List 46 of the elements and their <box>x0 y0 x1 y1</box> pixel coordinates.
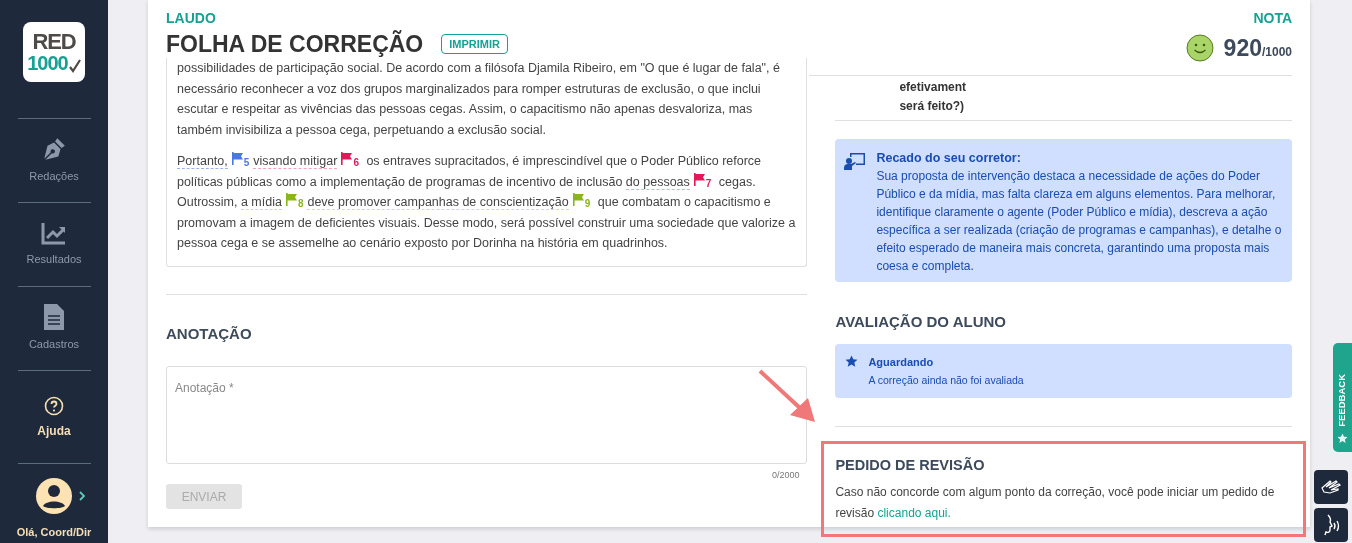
essay-paragraph: Portanto, 5 visando mitigar 6 os entraves supracitados, é imprescindível que o Poder Público reforce políticas públicas como a implementação de programas de incentivo de inclusão do pessoas 7 cegas. Outrossim, a mídia 8 deve promover campanhas de conscientização 9 que combatam o capacitismo e promovam a imagem de deficientes visuais. Desse modo, será possível construir uma sociedade que valorize a pessoa cega e se assemelhe ao cenário exposto por Dorinha na história em quadrinhos. <box>177 151 797 252</box>
logo-text: 1000 <box>27 53 68 73</box>
check-icon <box>68 59 81 73</box>
section-label: LAUDO <box>166 10 217 27</box>
teacher-icon <box>844 152 867 170</box>
document-icon <box>44 304 64 331</box>
line-chart-icon <box>41 221 67 246</box>
avatar-icon[interactable] <box>36 478 72 514</box>
essay-paragraph: possibilidades de participação social. De acordo com a filósofa Djamila Ribeiro, em "O que é lugar de fala", é necessário reconhecer a voz dos grupos marginalizados para romper estruturas de exclusão, o que inclui escutar e respeitar as vivências das pessoas cegas. Assim, o capacitismo não apenas desvaloriza, mas também invisibiliza a pessoa cega, perpetuando a exclusão social. <box>177 60 781 139</box>
section-heading: ANOTAÇÃO <box>166 324 253 344</box>
arrow-annotation <box>757 368 817 424</box>
pen-icon <box>41 136 67 163</box>
page-title: FOLHA DE CORREÇÃO <box>166 31 424 57</box>
grade-label: NOTA <box>1253 10 1292 27</box>
note-title: Recado do seu corretor: <box>876 150 1022 167</box>
sign-language-button[interactable] <box>1314 470 1348 504</box>
character-counter: 0/2000 <box>771 468 800 482</box>
chevron-right-icon[interactable] <box>78 491 86 501</box>
score: 920/1000 <box>1223 34 1292 63</box>
logo-text: RED <box>32 31 76 53</box>
section-heading: PEDIDO DE REVISÃO <box>835 455 986 475</box>
nav-item[interactable]: Redações <box>9 119 99 202</box>
help-icon <box>44 395 64 416</box>
status-message: A correção ainda não foi avaliada <box>868 372 1024 388</box>
nav-item[interactable]: Cadastros <box>9 287 99 370</box>
feedback-tab[interactable]: FEEDBACK <box>1333 343 1352 452</box>
print-button[interactable]: IMPRIMIR <box>441 34 508 54</box>
revision-text: Caso não concorde com algum ponto da correção, você pode iniciar um pedido de revisão clicando aqui. <box>835 484 1276 523</box>
star-icon <box>1337 433 1348 444</box>
smiley-icon <box>1185 34 1214 63</box>
note-text: Sua proposta de intervenção destaca a necessidade de ações do Poder Público e da mídia, mas falta clareza em alguns elementos. Para melhorar, identifique claramente o agente (Poder Público e mídia), descreva a ação específica a ser realizada (criação de programas e campanhas), e detalhe o efeito esperado de maneira mais concreta, garantindo uma proposta mais coesa e completa. <box>876 168 1283 275</box>
nav-item[interactable]: Resultados <box>9 203 99 286</box>
user-greeting: Olá, Coord/Dir <box>16 525 92 540</box>
nav-label: Cadastros <box>28 337 80 353</box>
criteria-text: será feito?) <box>899 98 966 115</box>
star-icon <box>845 354 859 368</box>
nav-label: Ajuda <box>37 422 71 440</box>
status-title: Aguardando <box>868 354 935 370</box>
revision-link[interactable]: clicando aqui. <box>877 506 951 521</box>
nav-label: Resultados <box>26 252 82 268</box>
section-heading: AVALIAÇÃO DO ALUNO <box>835 312 1007 332</box>
criteria-text: efetivament <box>899 79 968 96</box>
nav-item[interactable]: Ajuda <box>9 371 99 454</box>
nav-label: Redações <box>29 169 79 185</box>
annotation-field[interactable]: Anotação * <box>166 365 808 464</box>
voice-button[interactable] <box>1314 508 1348 542</box>
